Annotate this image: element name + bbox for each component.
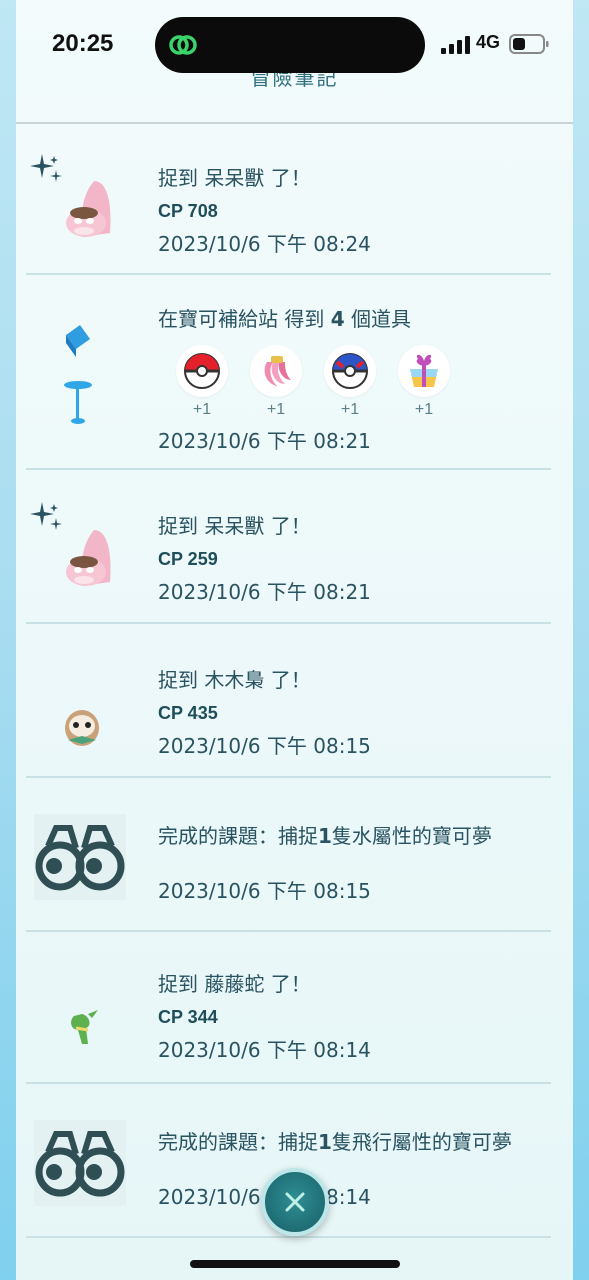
snivy-icon	[71, 1010, 98, 1044]
slowpoke-icon	[66, 530, 111, 586]
entry-title: 捉到 木木梟 了！	[158, 668, 311, 692]
entry-title: 在寶可補給站 得到 4 個道具	[158, 307, 411, 331]
journal-entry-pokestop[interactable]: 在寶可補給站 得到 4 個道具 +1 +1 +1 +1 2023/10/6 下午…	[26, 277, 551, 470]
journal-entry-catch[interactable]: 捉到 木木梟 了！ CP 435 2023/10/6 下午 08:15	[26, 626, 551, 778]
status-bar: 20:25 4G	[0, 0, 589, 90]
journal-panel: 冒險筆記 捉到 呆呆獸 了！ CP 708 2023/10/6 下午 08:24	[16, 0, 573, 1280]
poke-ball-icon	[184, 353, 220, 389]
item-poke-ball: +1	[176, 345, 228, 419]
battery-icon	[509, 34, 549, 54]
binoculars-icon	[34, 814, 126, 900]
dynamic-island	[155, 17, 425, 73]
entry-date: 2023/10/6 下午 08:21	[158, 429, 371, 453]
entry-date: 2023/10/6 下午 08:21	[158, 580, 371, 604]
header-divider	[16, 122, 573, 124]
journal-entry-catch[interactable]: 捉到 藤藤蛇 了！ CP 344 2023/10/6 下午 08:14	[26, 934, 551, 1084]
entry-date: 2023/10/6 下午 08:15	[158, 734, 371, 758]
network-type: 4G	[476, 32, 501, 52]
pokemon-icon-area	[26, 472, 146, 622]
nanab-berry-icon	[264, 356, 291, 386]
rowlet-icon	[65, 710, 99, 746]
pokemon-icon-area	[26, 150, 146, 273]
gift-icon	[410, 354, 438, 387]
pokemon-icon-area	[26, 934, 146, 1082]
journal-entry-catch[interactable]: 捉到 呆呆獸 了！ CP 708 2023/10/6 下午 08:24	[26, 150, 551, 275]
research-icon-area	[26, 1086, 146, 1236]
link-icon	[169, 35, 197, 55]
research-icon-area	[26, 780, 146, 930]
pokemon-icon-area	[26, 626, 146, 776]
entry-title: 完成的課題：捕捉1隻水屬性的寶可夢	[158, 824, 492, 848]
slowpoke-icon	[66, 181, 111, 237]
entry-title: 捉到 藤藤蛇 了！	[158, 972, 311, 996]
pokestop-icon-area	[26, 277, 146, 468]
close-button[interactable]	[261, 1168, 329, 1236]
status-time: 20:25	[52, 30, 114, 57]
item-gift: +1	[398, 345, 450, 419]
received-items: +1 +1 +1 +1	[176, 345, 450, 419]
cp-value: CP 344	[158, 1007, 218, 1027]
cp-value: CP 435	[158, 703, 218, 723]
journal-entry-research[interactable]: 完成的課題：捕捉1隻水屬性的寶可夢 2023/10/6 下午 08:15	[26, 780, 551, 932]
item-great-ball: +1	[324, 345, 376, 419]
entry-date: 2023/10/6 下午 08:24	[158, 232, 371, 256]
item-nanab-berry: +1	[250, 345, 302, 419]
journal-entry-catch[interactable]: 捉到 呆呆獸 了！ CP 259 2023/10/6 下午 08:21	[26, 472, 551, 624]
entry-date: 2023/10/6 下午 08:15	[158, 879, 371, 903]
great-ball-icon	[332, 353, 368, 389]
pokestop-icon	[64, 325, 92, 424]
entry-title: 捉到 呆呆獸 了！	[158, 166, 311, 190]
close-icon	[285, 1192, 305, 1212]
binoculars-icon	[34, 1120, 126, 1206]
cp-value: CP 259	[158, 549, 218, 569]
entry-title: 完成的課題：捕捉1隻飛行屬性的寶可夢	[158, 1130, 512, 1154]
cp-value: CP 708	[158, 201, 218, 221]
entry-date: 2023/10/6 下午 08:14	[158, 1038, 371, 1062]
signal-icon	[441, 36, 470, 54]
home-indicator[interactable]	[190, 1260, 400, 1268]
entry-title: 捉到 呆呆獸 了！	[158, 514, 311, 538]
entry-date: 2023/10/6 下午 08:14	[158, 1185, 371, 1209]
